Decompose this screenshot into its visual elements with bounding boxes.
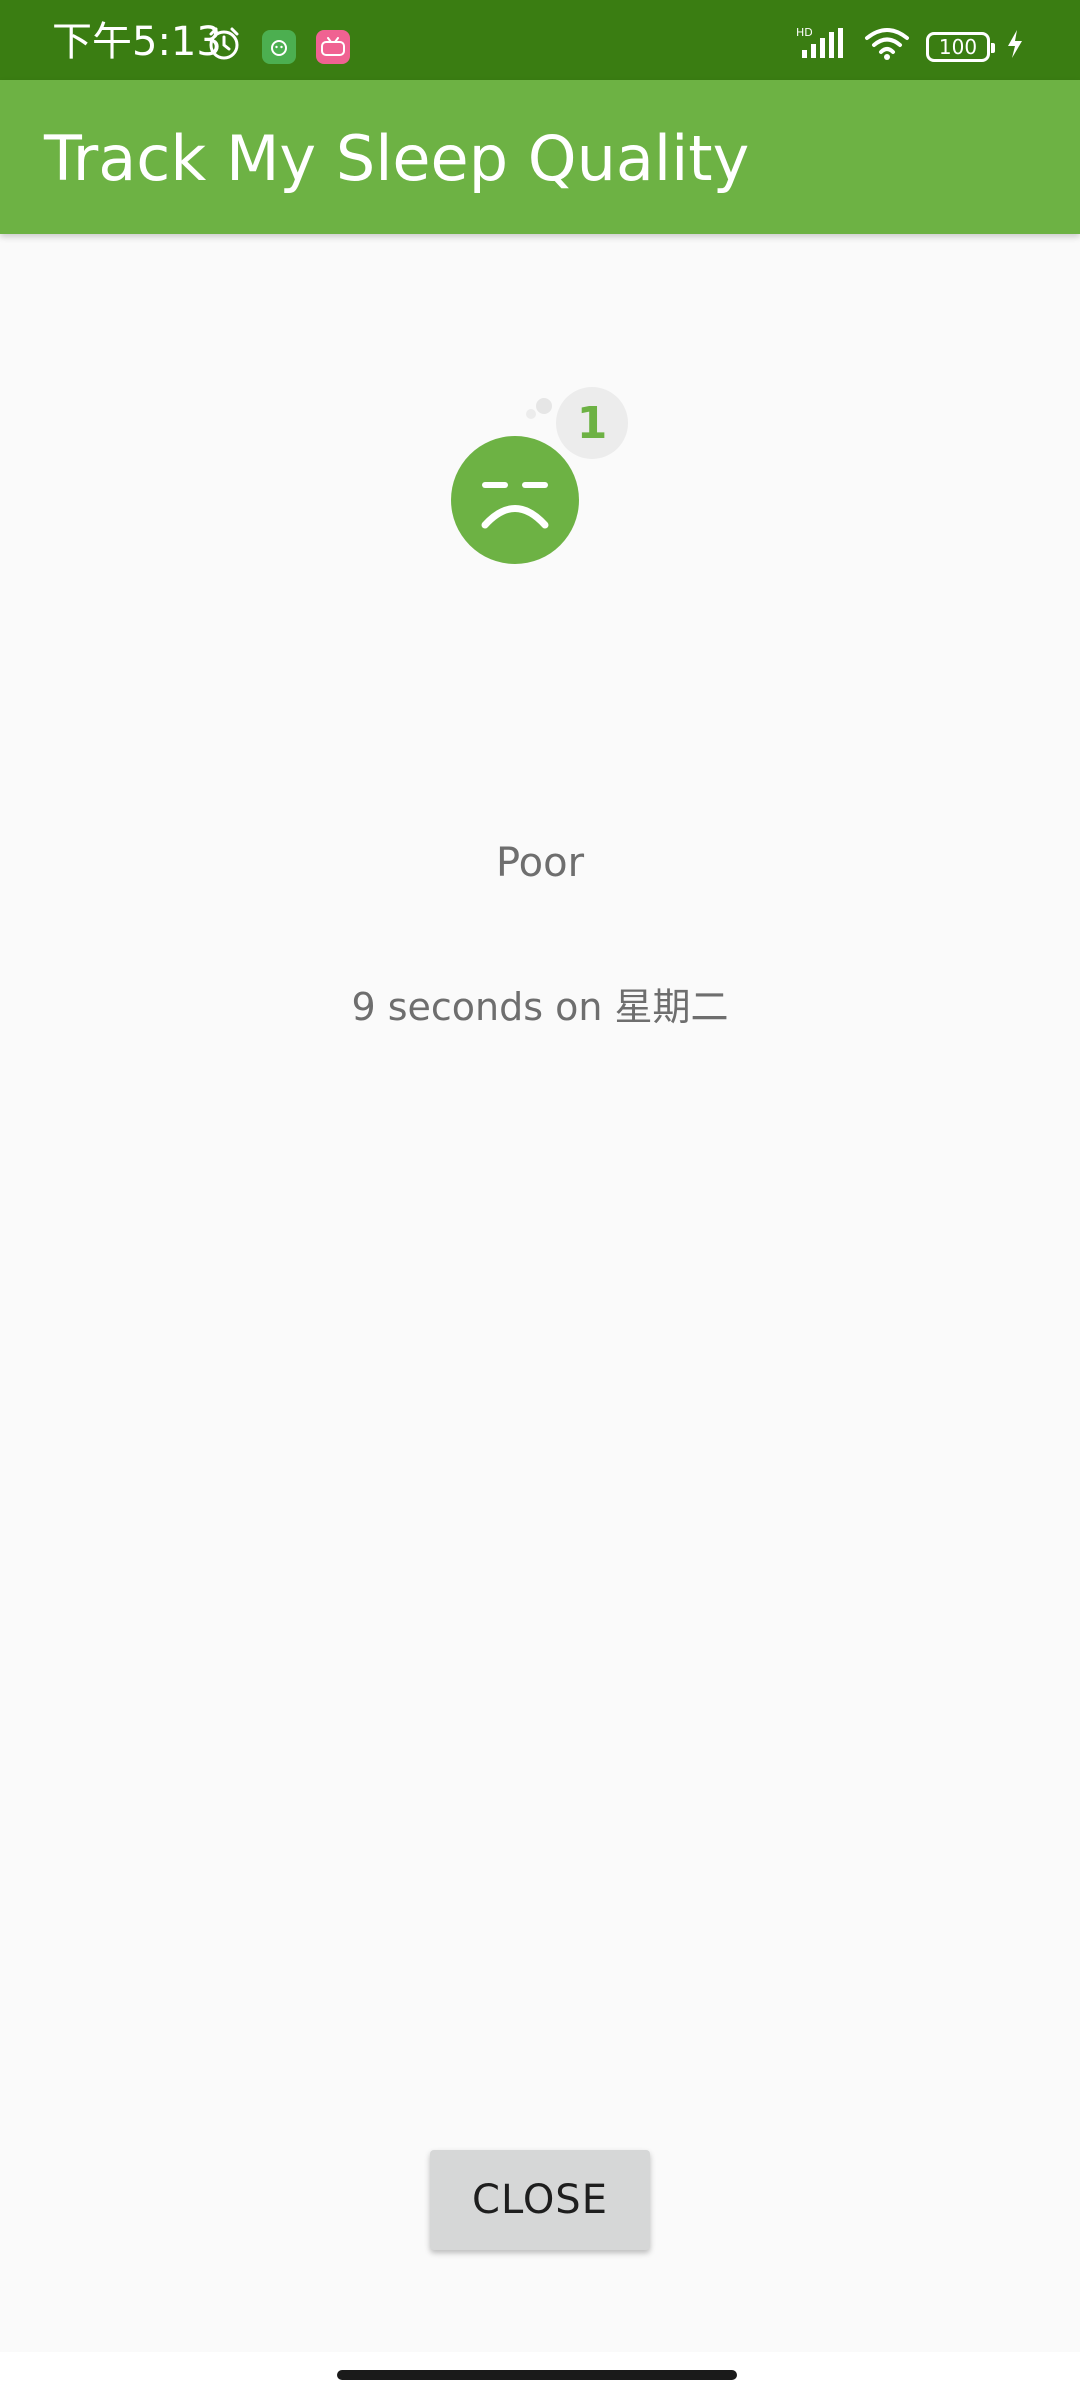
wifi-icon [864, 26, 910, 67]
quality-badge-number: 1 [577, 398, 608, 449]
close-button[interactable]: CLOSE [430, 2150, 650, 2250]
sad-face-icon [451, 436, 579, 564]
status-left-icons [206, 26, 350, 67]
status-bar: 下午5:13 HD 100 [0, 0, 1080, 80]
sleep-quality-icon: 1 [448, 380, 638, 570]
status-time: 下午5:13 [52, 19, 222, 65]
sleep-detail-screen: 下午5:13 HD 100 Track My Sleep Quality 1 P… [0, 0, 1080, 2400]
sleep-quality-label: Poor [495, 840, 585, 886]
network-label: HD [796, 26, 813, 39]
home-indicator[interactable] [337, 2370, 737, 2380]
battery-level: 100 [938, 34, 978, 59]
signal-icon: HD [796, 26, 848, 67]
app-title: Track My Sleep Quality [44, 122, 750, 195]
bilibili-icon [316, 29, 350, 64]
charging-icon [1006, 29, 1024, 64]
app-bar: Track My Sleep Quality [0, 80, 1080, 234]
status-right-icons: HD 100 [796, 26, 1024, 67]
battery-icon: 100 [926, 31, 995, 62]
app-notification-icon [262, 29, 296, 64]
alarm-icon [206, 26, 242, 67]
sleep-length-text: 9 seconds on 星期二 [351, 985, 729, 1029]
